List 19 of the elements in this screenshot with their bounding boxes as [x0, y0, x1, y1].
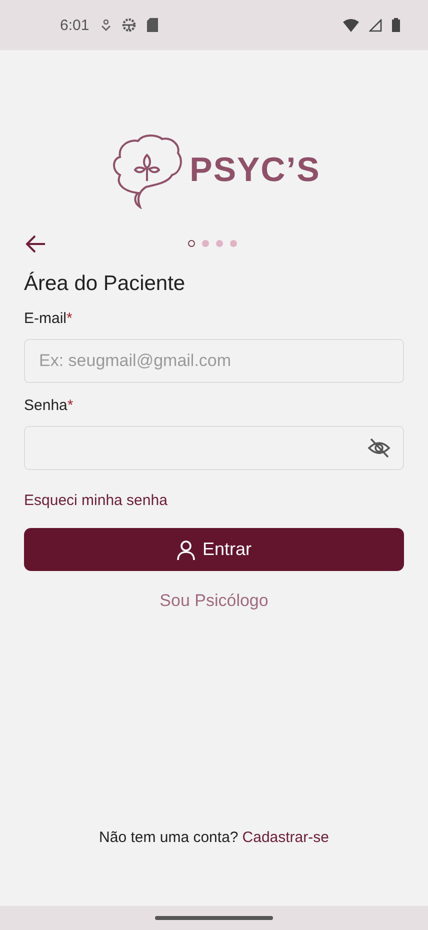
login-button[interactable]: Entrar	[24, 528, 404, 571]
logo-wordmark: PSYC’S	[190, 150, 320, 190]
sd-card-icon	[147, 18, 158, 32]
field-label: E-mail*	[24, 310, 74, 327]
signup-link[interactable]: Cadastrar-se	[242, 829, 329, 846]
field-label: Senha*	[24, 397, 74, 414]
psychologist-link[interactable]: Sou Psicólogo	[160, 591, 268, 611]
email-field[interactable]: Ex: seugmail@gmail.com	[24, 339, 404, 383]
page-title: Área do Paciente	[24, 272, 186, 296]
user-icon	[176, 540, 196, 560]
wifi-icon	[343, 18, 359, 32]
hide-password-icon[interactable]	[367, 436, 391, 460]
password-field[interactable]	[24, 426, 404, 470]
signup-prompt: Não tem uma conta?	[99, 829, 238, 846]
signal-icon	[369, 18, 382, 32]
download-icon	[101, 18, 112, 32]
clock-time: 6:01	[60, 16, 90, 34]
battery-icon	[392, 18, 400, 32]
forgot-password-link[interactable]: Esqueci minha senha	[24, 492, 168, 509]
